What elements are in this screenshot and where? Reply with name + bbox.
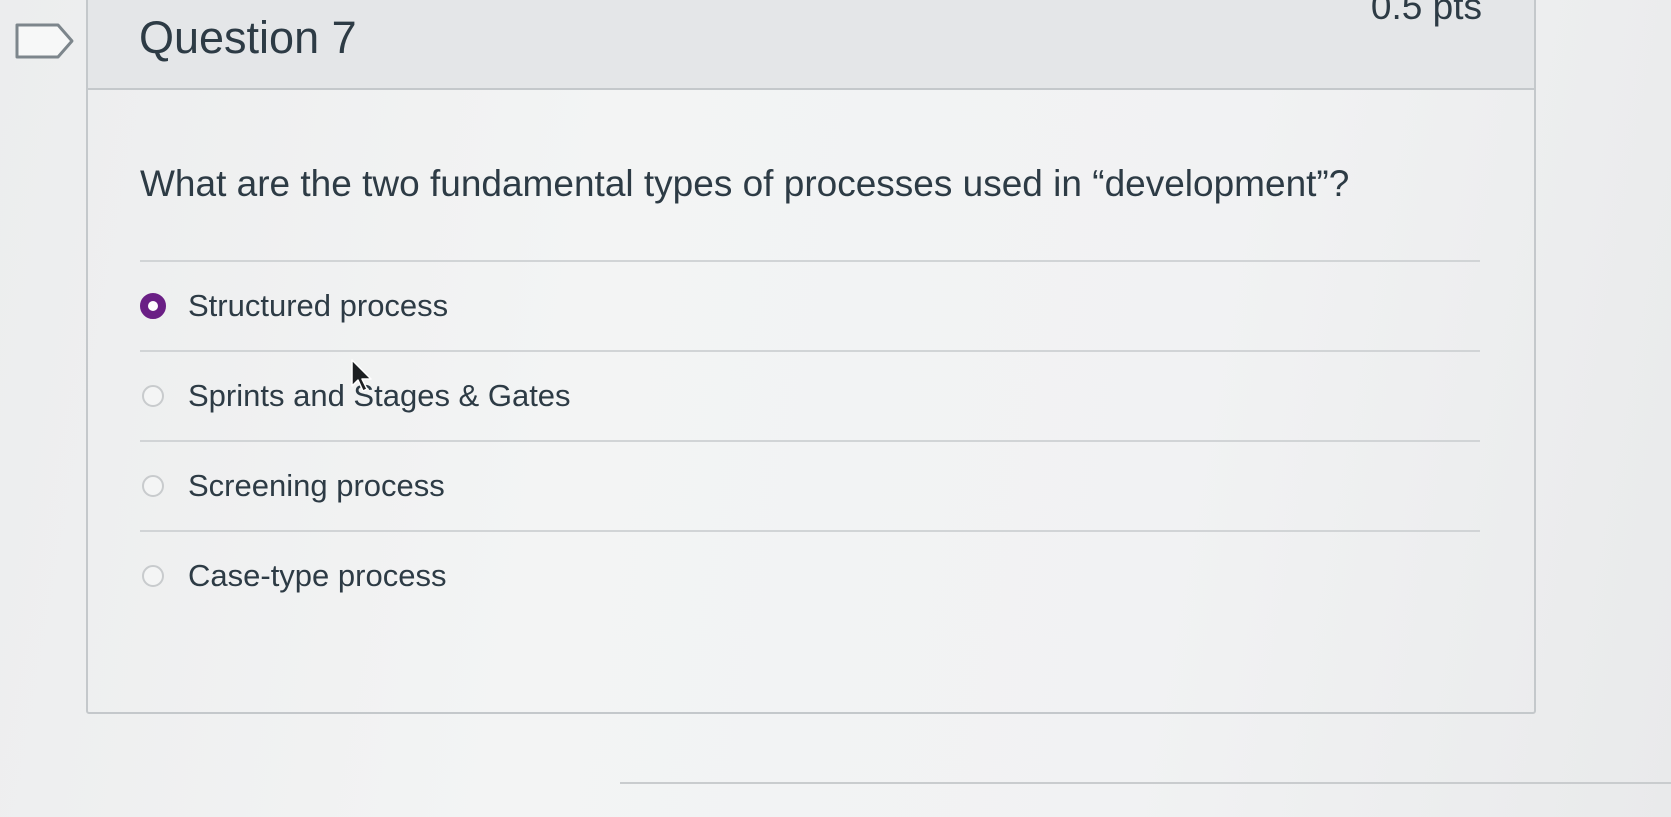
answer-label: Screening process bbox=[188, 468, 445, 503]
answer-label: Case-type process bbox=[188, 558, 447, 593]
question-header: Question 7 0.5 pts bbox=[88, 0, 1534, 90]
question-title: Question 7 bbox=[139, 12, 357, 63]
answer-divider bbox=[140, 260, 1480, 262]
answer-option-case-type-process[interactable]: Case-type process bbox=[142, 550, 446, 602]
flag-question-icon[interactable] bbox=[14, 22, 76, 60]
answer-label: Sprints and Stages & Gates bbox=[188, 378, 571, 413]
page-divider bbox=[620, 782, 1671, 784]
answer-divider bbox=[140, 350, 1480, 352]
radio-button[interactable] bbox=[142, 475, 164, 497]
answer-label: Structured process bbox=[188, 288, 449, 323]
answer-option-structured-process[interactable]: Structured process bbox=[140, 280, 449, 332]
answer-option-screening-process[interactable]: Screening process bbox=[142, 460, 445, 512]
radio-button[interactable] bbox=[142, 385, 164, 407]
radio-button-selected[interactable] bbox=[140, 293, 166, 319]
question-text: What are the two fundamental types of pr… bbox=[140, 163, 1350, 204]
mouse-pointer-icon bbox=[350, 358, 376, 394]
radio-button[interactable] bbox=[142, 565, 164, 587]
answer-divider bbox=[140, 440, 1480, 442]
question-card: Question 7 0.5 pts What are the two fund… bbox=[86, 0, 1536, 714]
answer-divider bbox=[140, 530, 1480, 532]
question-points: 0.5 pts bbox=[1370, 0, 1482, 27]
